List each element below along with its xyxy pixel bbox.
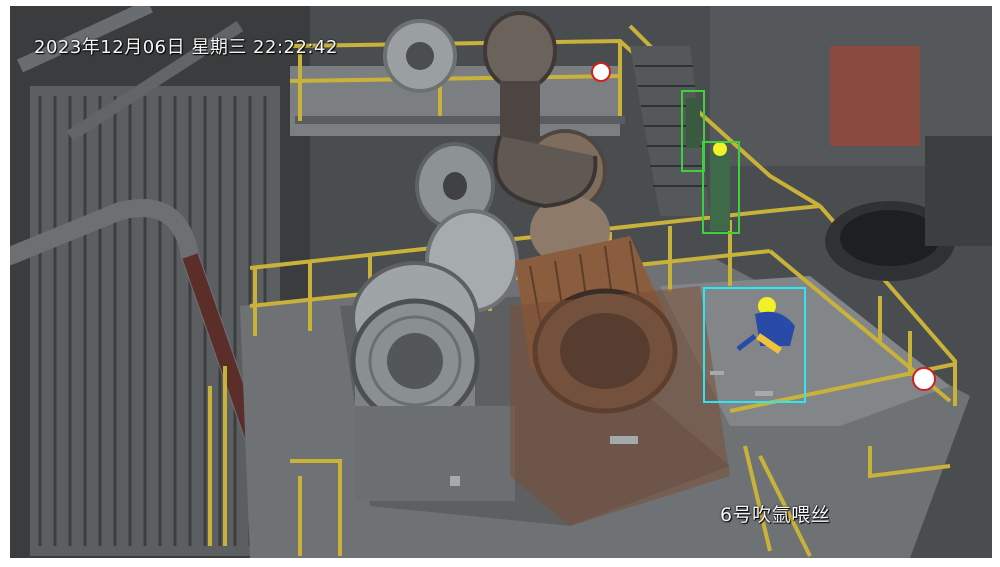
left-wall-panels — [10, 6, 280, 556]
red-cabinet — [830, 46, 920, 146]
detection-box-worker-2 — [702, 141, 740, 234]
camera-label-overlay: 6号吹氩喂丝 — [720, 504, 831, 526]
timestamp-overlay: 2023年12月06日 星期三 22:22:42 — [34, 37, 338, 58]
factory-scene — [10, 6, 992, 558]
detection-box-worker-3 — [703, 287, 806, 403]
camera-frame: 2023年12月06日 星期三 22:22:42 6号吹氩喂丝 — [10, 6, 992, 558]
prohibition-sign — [912, 367, 936, 391]
prohibition-sign — [591, 62, 611, 82]
